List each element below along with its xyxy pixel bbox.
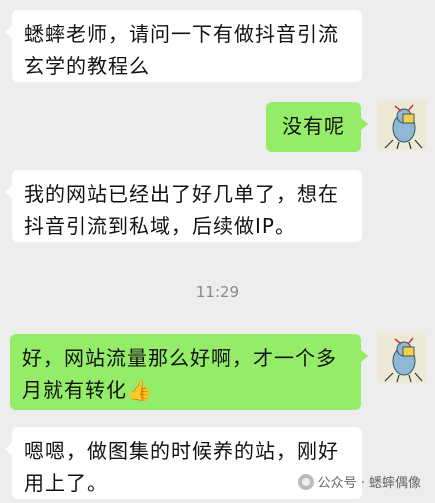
- cartoon-cricket-avatar-icon: [377, 333, 427, 383]
- message-bubble-incoming[interactable]: 我的网站已经出了好几单了，想在抖音引流到私域，后续做IP。: [5, 170, 362, 242]
- message-bubble-outgoing[interactable]: 好，网站流量那么好啊，才一个多月就有转化👍: [10, 334, 368, 410]
- message-text: 没有呢: [282, 114, 345, 138]
- watermark: 公众号 · 蟋蟀偶像: [297, 472, 421, 491]
- message-bubble-incoming[interactable]: 蟋蟀老师，请问一下有做抖音引流玄学的教程么: [5, 10, 362, 82]
- message-bubble-outgoing[interactable]: 没有呢: [266, 102, 368, 152]
- message-text: 蟋蟀老师，请问一下有做抖音引流玄学的教程么: [24, 22, 339, 78]
- message-text: 我的网站已经出了好几单了，想在抖音引流到私域，后续做IP。: [24, 182, 339, 238]
- user-avatar[interactable]: [377, 100, 427, 150]
- cartoon-cricket-avatar-icon: [377, 100, 427, 150]
- message-text: 嗯嗯，做图集的时候养的站，刚好用上了。: [24, 439, 339, 495]
- user-avatar[interactable]: [377, 333, 427, 383]
- message-text: 好，网站流量那么好啊，才一个多月就有转化👍: [22, 346, 337, 402]
- wechat-official-account-icon: [297, 473, 314, 490]
- chat-timestamp: 11:29: [195, 283, 240, 301]
- watermark-text: 公众号 · 蟋蟀偶像: [317, 476, 421, 491]
